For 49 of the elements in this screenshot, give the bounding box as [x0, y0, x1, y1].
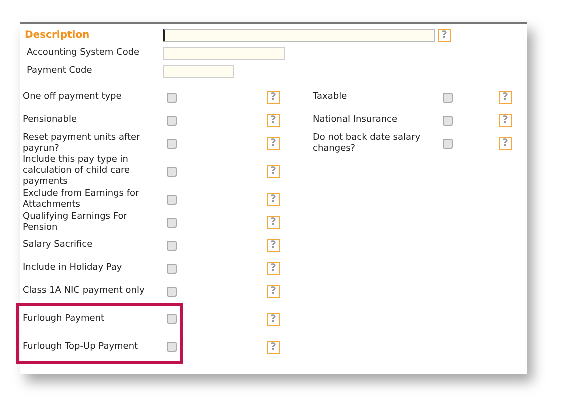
option-label: Exclude from Earnings for Attachments	[23, 188, 140, 211]
checkbox[interactable]	[167, 286, 177, 296]
field-label: Description	[24, 30, 91, 40]
input-field[interactable]	[163, 28, 435, 42]
checkbox[interactable]	[167, 342, 177, 352]
field-label: Payment Code	[26, 66, 94, 76]
input-field[interactable]	[163, 46, 285, 60]
help-button[interactable]: ?	[267, 239, 280, 252]
checkbox[interactable]	[443, 92, 453, 102]
option-label: Do not back date salary changes?	[313, 132, 422, 155]
help-button[interactable]: ?	[267, 137, 280, 150]
option-label: Qualifying Earnings For Pension	[23, 211, 128, 234]
option-label: National Insurance	[313, 114, 399, 127]
option-label: Taxable	[313, 91, 348, 104]
help-button[interactable]: ?	[267, 262, 280, 275]
help-button[interactable]: ?	[267, 285, 280, 298]
checkbox[interactable]	[167, 314, 177, 324]
option-label: Pensionable	[23, 114, 78, 127]
checkbox[interactable]	[167, 116, 177, 126]
checkbox[interactable]	[167, 92, 177, 102]
checkbox[interactable]	[167, 194, 177, 204]
checkbox[interactable]	[443, 116, 453, 126]
option-label: Reset payment units after payrun?	[23, 132, 142, 155]
checkbox[interactable]	[167, 218, 177, 228]
option-label: One off payment type	[23, 91, 123, 104]
help-button[interactable]: ?	[267, 216, 280, 229]
field-label: Accounting System Code	[26, 48, 141, 58]
option-label: Include in Holiday Pay	[23, 262, 124, 275]
help-button[interactable]: ?	[267, 165, 280, 178]
option-label: Salary Sacrifice	[23, 239, 94, 252]
help-button[interactable]: ?	[438, 28, 451, 42]
checkbox[interactable]	[167, 138, 177, 148]
help-button[interactable]: ?	[267, 91, 280, 104]
checkbox[interactable]	[443, 138, 453, 148]
option-label: Class 1A NIC payment only	[23, 285, 146, 298]
help-button[interactable]: ?	[267, 114, 280, 127]
help-button[interactable]: ?	[267, 193, 280, 206]
input-field[interactable]	[163, 64, 234, 78]
option-label: Furlough Payment	[23, 312, 106, 326]
checkbox[interactable]	[167, 240, 177, 250]
checkbox[interactable]	[167, 166, 177, 176]
help-button[interactable]: ?	[499, 137, 512, 150]
help-button[interactable]: ?	[499, 91, 512, 104]
checkbox[interactable]	[167, 264, 177, 274]
help-button[interactable]: ?	[267, 312, 280, 326]
help-button[interactable]: ?	[499, 114, 512, 127]
option-label: Include this pay type in calculation of child care payments	[23, 155, 131, 188]
help-button[interactable]: ?	[267, 340, 280, 354]
option-label: Furlough Top-Up Payment	[23, 340, 140, 354]
